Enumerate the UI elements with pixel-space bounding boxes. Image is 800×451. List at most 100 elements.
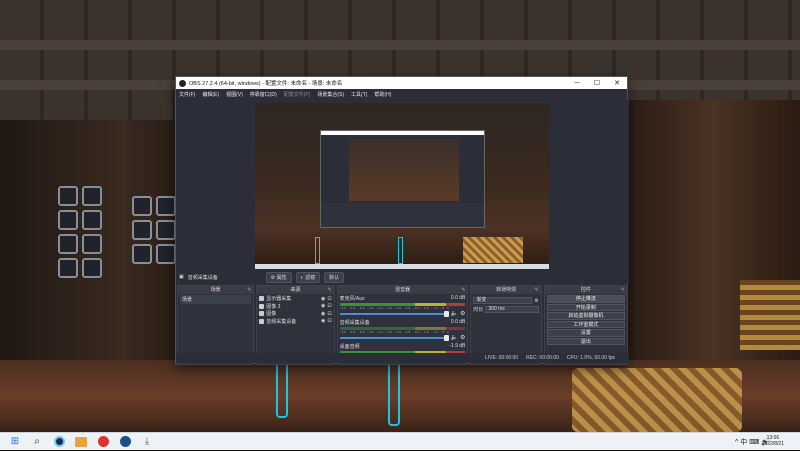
menu-edit[interactable]: 编辑(E): [202, 91, 219, 98]
ceiling-beam: [0, 40, 800, 50]
speaker-icon[interactable]: 🔈: [451, 310, 458, 317]
default-button[interactable]: 默认: [324, 271, 345, 283]
taskbar: ⊞ ⌕ ⤓ ^ 中 ⌨ 🔊 13:06 2022/8/21: [0, 432, 800, 450]
obs-logo-icon: [179, 79, 186, 87]
bookshelf: [740, 280, 800, 350]
steam-icon[interactable]: [118, 435, 132, 449]
volume-knob[interactable]: [443, 310, 449, 317]
lock-icon[interactable]: ⊡: [327, 303, 331, 309]
start-virtual-camera-button[interactable]: 启动虚拟摄像机: [546, 312, 625, 320]
cpu-status: CPU: 1.0%, 60.00 fps: [566, 355, 615, 361]
search-icon[interactable]: ⌕: [30, 435, 44, 449]
image-icon: [259, 303, 265, 309]
dock-float-icon[interactable]: ✎: [535, 286, 539, 294]
image-icon: [259, 311, 265, 317]
source-item[interactable]: 图像 ◉ ⊡: [259, 310, 332, 318]
live-status: LIVE: 00:00:00: [485, 355, 519, 361]
exit-button[interactable]: 退出: [546, 337, 625, 345]
minimize-button[interactable]: ─: [567, 80, 587, 87]
volume-meter: [339, 327, 466, 330]
monitor-icon: [259, 296, 265, 302]
dock-float-icon[interactable]: ✎: [247, 286, 251, 294]
preview-chest: [463, 237, 523, 263]
sources-header: 来源: [290, 287, 301, 293]
maximize-button[interactable]: ☐: [587, 79, 607, 87]
lock-icon[interactable]: ⊡: [327, 296, 331, 302]
close-button[interactable]: ✕: [607, 79, 627, 87]
channel-level: 0.0 dB: [450, 319, 466, 325]
menu-view[interactable]: 视图(V): [226, 91, 243, 98]
start-recording-button[interactable]: 开始录制: [546, 303, 625, 311]
rec-status: REC: 00:00:00: [526, 355, 559, 361]
current-source-label: 音频采集设备: [187, 274, 218, 281]
mixer-header: 混音器: [394, 287, 410, 293]
channel-name: 音频采集设备: [339, 320, 370, 326]
wall-panel-left: [58, 186, 102, 278]
mixer-channel: 麦克风/Aux 0.0 dB -60 -55 -50 -45 -40 -35 -3…: [338, 294, 468, 318]
speaker-icon: [259, 318, 265, 324]
controls-header: 控件: [580, 287, 591, 293]
obs-titlebar: OBS 27.2.4 (64-bit, windows) - 配置文件: 未命名…: [176, 77, 627, 89]
volume-knob[interactable]: [443, 334, 449, 341]
folder-icon[interactable]: [74, 435, 88, 449]
source-item[interactable]: 音频采集设备 ◉ ⊡: [259, 318, 332, 326]
eye-icon[interactable]: ◉: [321, 311, 325, 317]
windows-logo-icon[interactable]: ⊞: [8, 435, 22, 449]
channel-level: 0.0 dB: [450, 295, 466, 301]
dock-float-icon[interactable]: ✎: [327, 286, 331, 294]
wall-right: [628, 100, 800, 400]
gear-icon[interactable]: ⚙: [534, 298, 538, 304]
download-icon[interactable]: ⤓: [140, 435, 154, 449]
source-item[interactable]: 图像 3 ◉ ⊡: [259, 303, 332, 311]
transitions-header: 转场特效: [496, 287, 517, 293]
settings-button[interactable]: 设置: [546, 329, 625, 337]
wall-panel-right: [132, 196, 176, 264]
scene-item[interactable]: 场景: [180, 295, 252, 304]
taskbar-clock[interactable]: 13:06 2022/8/21: [762, 435, 784, 447]
gear-icon[interactable]: ⚙: [460, 334, 465, 341]
character-legs: [272, 362, 412, 432]
stop-streaming-button[interactable]: 停止推流: [546, 295, 625, 303]
meter-ticks: -60 -55 -50 -45 -40 -35 -30 -25 -20 -15 …: [339, 306, 450, 309]
channel-name: 桌面音频: [339, 344, 360, 350]
menu-scene-collection[interactable]: 场景集合(S): [317, 91, 344, 98]
filters-button[interactable]: ◐ 滤镜: [295, 271, 321, 283]
meter-ticks: -60 -55 -50 -45 -40 -35 -30 -25 -20 -15 …: [339, 330, 450, 333]
dock-float-icon[interactable]: ✎: [461, 286, 465, 294]
stream-preview[interactable]: [255, 103, 549, 269]
scenes-header: 场景: [210, 287, 221, 293]
red-app-icon[interactable]: [96, 435, 110, 449]
source-toolbar: ▣ 音频采集设备 ⚙ 属性 ◐ 滤镜 默认: [176, 271, 629, 283]
menu-profile[interactable]: 配置文件(P): [284, 91, 311, 98]
eye-icon[interactable]: ◉: [321, 303, 325, 309]
menu-bar: 文件(F) 编辑(E) 视图(V) 停靠窗口(D) 配置文件(P) 场景集合(S…: [176, 89, 627, 99]
duration-input[interactable]: 300 ms: [485, 306, 539, 313]
obs-icon[interactable]: [52, 435, 66, 449]
gear-icon[interactable]: ⚙: [460, 310, 465, 317]
eye-icon[interactable]: ◉: [321, 318, 325, 324]
preview-taskbar: [255, 264, 549, 269]
volume-slider[interactable]: [339, 310, 449, 317]
lock-icon[interactable]: ⊡: [327, 318, 331, 324]
preview-leg: [315, 237, 320, 264]
menu-tools[interactable]: 工具(T): [351, 91, 367, 98]
volume-slider[interactable]: [339, 334, 449, 341]
studio-mode-button[interactable]: 工作室模式: [546, 320, 625, 328]
desktop-background: OBS 27.2.4 (64-bit, windows) - 配置文件: 未命名…: [0, 0, 800, 432]
speaker-icon[interactable]: 🔈: [451, 334, 458, 341]
preview-leg: [398, 237, 403, 264]
channel-name: 麦克风/Aux: [339, 296, 365, 302]
preview-area: [176, 99, 629, 271]
lock-icon[interactable]: ⊡: [327, 311, 331, 317]
duration-label: 时长: [473, 307, 484, 313]
eye-icon[interactable]: ◉: [321, 296, 325, 302]
transition-select[interactable]: 渐变: [473, 297, 533, 304]
window-title: OBS 27.2.4 (64-bit, windows) - 配置文件: 未命名…: [189, 81, 343, 87]
ornate-chest: [572, 368, 742, 432]
properties-button[interactable]: ⚙ 属性: [265, 271, 292, 283]
menu-file[interactable]: 文件(F): [179, 91, 195, 98]
dock-float-icon[interactable]: ✎: [621, 286, 625, 294]
menu-help[interactable]: 帮助(H): [374, 91, 391, 98]
menu-docks[interactable]: 停靠窗口(D): [250, 91, 277, 98]
source-item[interactable]: 显示器采集 ◉ ⊡: [259, 295, 332, 303]
